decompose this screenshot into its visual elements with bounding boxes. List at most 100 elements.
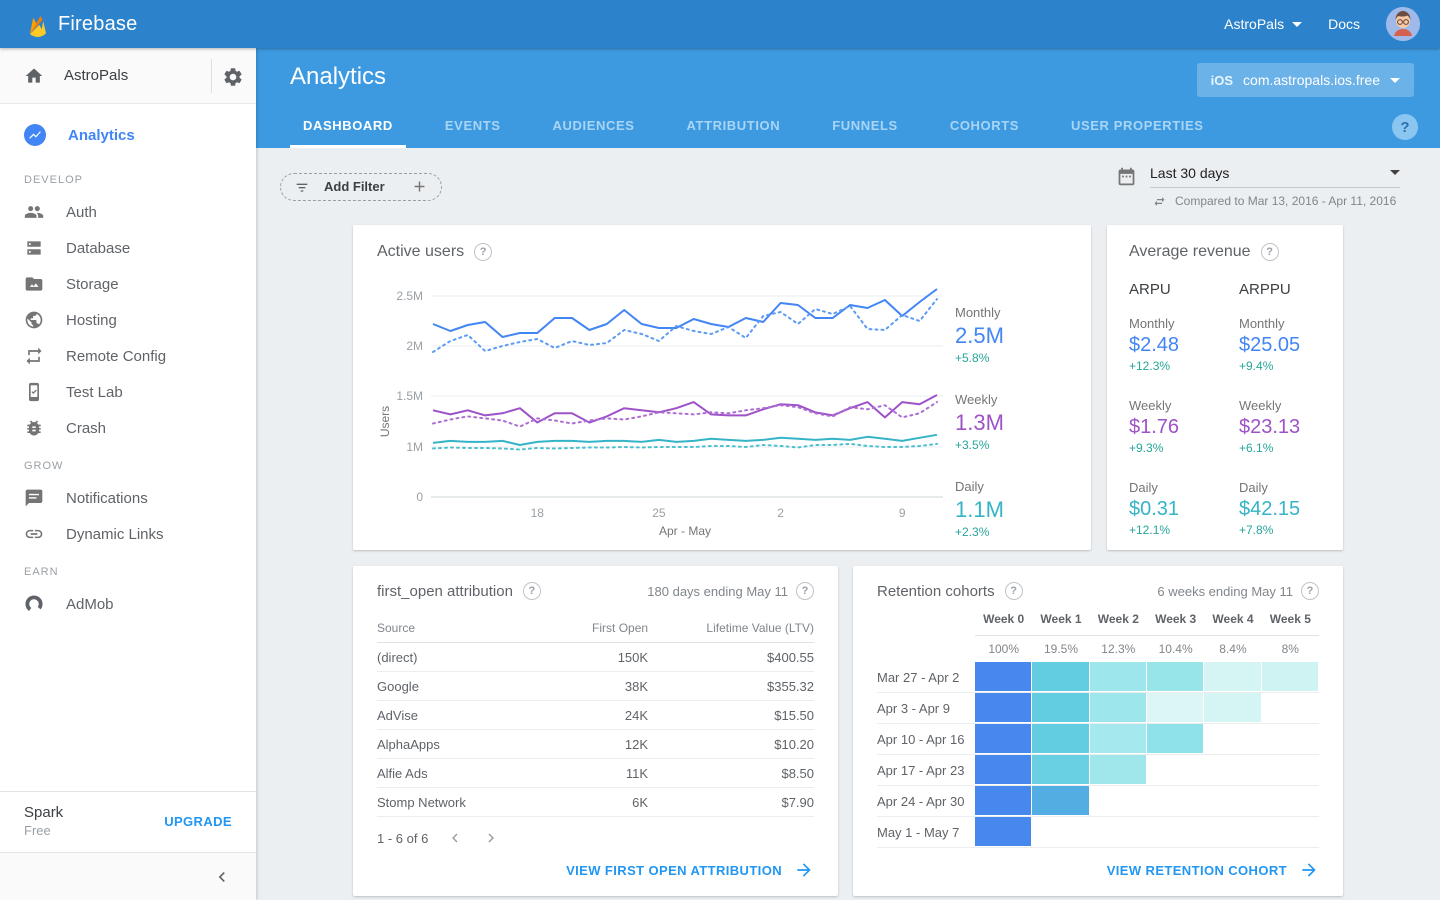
tab-audiences[interactable]: AUDIENCES — [540, 106, 648, 148]
sidebar-item-hosting[interactable]: Hosting — [0, 302, 256, 338]
stat-label: Monthly — [1239, 316, 1321, 331]
cohort-cell[interactable] — [1262, 662, 1318, 691]
help-icon[interactable]: ? — [1261, 243, 1279, 261]
table-cell: 150K — [537, 650, 648, 665]
help-icon[interactable]: ? — [1005, 582, 1023, 600]
stat-weekly: Weekly1.3M+3.5% — [955, 392, 1065, 452]
help-icon[interactable]: ? — [523, 582, 541, 600]
stat-delta: +9.3% — [1129, 441, 1211, 455]
collapse-sidebar-icon[interactable] — [212, 867, 232, 887]
cohort-cell[interactable] — [1032, 662, 1088, 691]
cohort-cell[interactable] — [975, 817, 1031, 846]
cohort-cell[interactable] — [1090, 693, 1146, 722]
date-range-selector[interactable]: Last 30 days — [1150, 165, 1400, 188]
stat-label: Weekly — [1129, 398, 1211, 413]
dynamic-links-icon — [24, 524, 44, 544]
cohort-cell[interactable] — [975, 786, 1031, 815]
toolbar: Add Filter Last 30 days Compared to Mar … — [256, 148, 1440, 225]
stat-label: Weekly — [955, 392, 1065, 407]
table-cell: 6K — [537, 795, 648, 810]
active-users-title: Active users — [377, 243, 464, 261]
cohort-cell-empty — [1090, 817, 1146, 846]
cohort-cell[interactable] — [1090, 662, 1146, 691]
calendar-icon[interactable] — [1116, 166, 1136, 186]
cohort-row: Apr 17 - Apr 23 — [877, 755, 1319, 786]
home-icon[interactable] — [24, 66, 44, 86]
cohort-cell[interactable] — [1147, 724, 1203, 753]
cohort-cell-empty — [1204, 817, 1260, 846]
cohort-cell[interactable] — [975, 693, 1031, 722]
tab-cohorts[interactable]: COHORTS — [937, 106, 1032, 148]
previous-page-button[interactable] — [446, 829, 464, 847]
tab-funnels[interactable]: FUNNELS — [819, 106, 911, 148]
project-switcher[interactable]: AstroPals — [1224, 16, 1302, 32]
table-cell: (direct) — [377, 650, 537, 665]
add-filter-button[interactable]: Add Filter — [280, 173, 442, 201]
help-icon[interactable]: ? — [474, 243, 492, 261]
sidebar-item-database[interactable]: Database — [0, 230, 256, 266]
sidebar-item-test-lab[interactable]: Test Lab — [0, 374, 256, 410]
view-retention-cohort-link[interactable]: VIEW RETENTION COHORT — [1107, 860, 1319, 880]
sidebar-item-remote-config[interactable]: Remote Config — [0, 338, 256, 374]
storage-icon — [24, 274, 44, 294]
table-cell: Stomp Network — [377, 795, 537, 810]
crash-icon — [24, 418, 44, 438]
docs-link[interactable]: Docs — [1328, 16, 1360, 32]
attribution-period: 180 days ending May 11 — [647, 584, 788, 599]
plan-name: Spark — [24, 804, 63, 821]
gear-icon[interactable] — [222, 66, 242, 86]
cohort-cell[interactable] — [975, 755, 1031, 784]
cohort-cell-empty — [1204, 755, 1260, 784]
cohort-cell[interactable] — [1147, 662, 1203, 691]
sidebar-item-auth[interactable]: Auth — [0, 194, 256, 230]
cohort-cell[interactable] — [1147, 693, 1203, 722]
tab-dashboard[interactable]: DASHBOARD — [290, 106, 406, 148]
cohort-cell[interactable] — [975, 662, 1031, 691]
view-first-open-attribution-link[interactable]: VIEW FIRST OPEN ATTRIBUTION — [566, 860, 814, 880]
sidebar-section-label: GROW — [0, 446, 256, 480]
tab-user-properties[interactable]: USER PROPERTIES — [1058, 106, 1217, 148]
cohort-cell[interactable] — [1032, 755, 1088, 784]
avatar[interactable] — [1386, 7, 1420, 41]
sidebar-item-crash[interactable]: Crash — [0, 410, 256, 446]
stat-label: Daily — [1129, 480, 1211, 495]
stat-daily: Daily$42.15+7.8% — [1239, 480, 1321, 537]
cohort-cell-empty — [1262, 786, 1318, 815]
sidebar-project-row[interactable]: AstroPals — [0, 48, 256, 104]
compare-arrows-icon — [1152, 194, 1167, 209]
stat-daily: Daily1.1M+2.3% — [955, 479, 1065, 539]
sidebar-item-label: Remote Config — [66, 348, 166, 365]
tab-attribution[interactable]: ATTRIBUTION — [674, 106, 794, 148]
analytics-icon — [24, 124, 46, 146]
sidebar-item-admob[interactable]: AdMob — [0, 586, 256, 622]
arrow-right-icon — [794, 860, 814, 880]
sidebar-project-name: AstroPals — [64, 67, 211, 84]
sidebar-item-notifications[interactable]: Notifications — [0, 480, 256, 516]
remote-config-icon — [24, 346, 44, 366]
cohort-cell[interactable] — [1204, 662, 1260, 691]
cohort-cell[interactable] — [1032, 786, 1088, 815]
cohort-cell[interactable] — [1090, 755, 1146, 784]
help-icon[interactable]: ? — [1301, 582, 1319, 600]
help-button[interactable]: ? — [1392, 114, 1418, 140]
sidebar-item-label: Auth — [66, 204, 97, 221]
sidebar-item-storage[interactable]: Storage — [0, 266, 256, 302]
sidebar-item-dynamic-links[interactable]: Dynamic Links — [0, 516, 256, 552]
cohort-cell-empty — [1262, 724, 1318, 753]
cohort-cell-empty — [1032, 817, 1088, 846]
tab-events[interactable]: EVENTS — [432, 106, 514, 148]
stat-delta: +2.3% — [955, 525, 1065, 539]
cohort-cell[interactable] — [1032, 724, 1088, 753]
stat-delta: +3.5% — [955, 438, 1065, 452]
help-icon[interactable]: ? — [796, 582, 814, 600]
cohort-cell[interactable] — [1204, 693, 1260, 722]
column-header: First Open — [537, 621, 648, 635]
cohort-cell[interactable] — [1090, 724, 1146, 753]
cohort-cell[interactable] — [975, 724, 1031, 753]
app-selector[interactable]: iOS com.astropals.ios.free — [1197, 63, 1414, 97]
next-page-button[interactable] — [482, 829, 500, 847]
upgrade-button[interactable]: UPGRADE — [164, 814, 232, 829]
cohort-cell[interactable] — [1032, 693, 1088, 722]
sidebar-item-analytics[interactable]: Analytics — [0, 104, 256, 160]
table-cell: Google — [377, 679, 537, 694]
